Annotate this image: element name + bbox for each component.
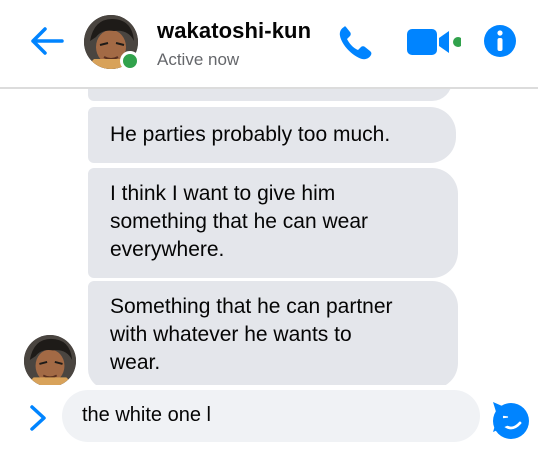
contact-status: Active now: [157, 50, 240, 69]
message-input-value[interactable]: the white one l: [82, 404, 211, 427]
message-line: everywhere.: [110, 238, 225, 261]
message-bubble[interactable]: I think I want to give him something tha…: [88, 168, 458, 278]
video-call-button[interactable]: [405, 26, 461, 58]
message-line: wear.: [110, 351, 161, 374]
message-bubble[interactable]: He parties probably too much.: [88, 107, 456, 163]
voice-call-button[interactable]: [336, 22, 376, 62]
back-button[interactable]: [30, 26, 64, 56]
video-camera-icon: [407, 29, 461, 55]
message-line: Something that he can partner: [110, 295, 393, 318]
phone-icon: [339, 26, 372, 60]
message-line: with whatever he wants to: [110, 323, 352, 346]
send-icon: [493, 402, 527, 432]
contact-avatar[interactable]: [84, 15, 140, 71]
send-button[interactable]: [491, 398, 529, 436]
message-bubble[interactable]: [88, 89, 452, 101]
back-arrow-icon: [31, 27, 64, 55]
message-text: He parties probably too much.: [110, 123, 391, 146]
online-status-dot: [120, 51, 140, 71]
sender-avatar[interactable]: [24, 335, 76, 385]
message-composer: the white one l: [0, 385, 538, 449]
expand-actions-button[interactable]: [26, 403, 50, 433]
message-line: something that he can wear: [110, 210, 368, 233]
message-bubble[interactable]: Something that he can partner with whate…: [88, 281, 458, 385]
info-icon: [484, 25, 516, 57]
chevron-right-icon: [30, 405, 46, 431]
message-input[interactable]: the white one l: [62, 390, 529, 442]
chat-header: wakatoshi-kun Active now: [0, 0, 538, 88]
info-button[interactable]: [483, 24, 517, 58]
contact-name[interactable]: wakatoshi-kun: [157, 18, 311, 44]
message-line: I think I want to give him: [110, 182, 336, 205]
message-thread[interactable]: He parties probably too much. I think I …: [0, 89, 538, 385]
